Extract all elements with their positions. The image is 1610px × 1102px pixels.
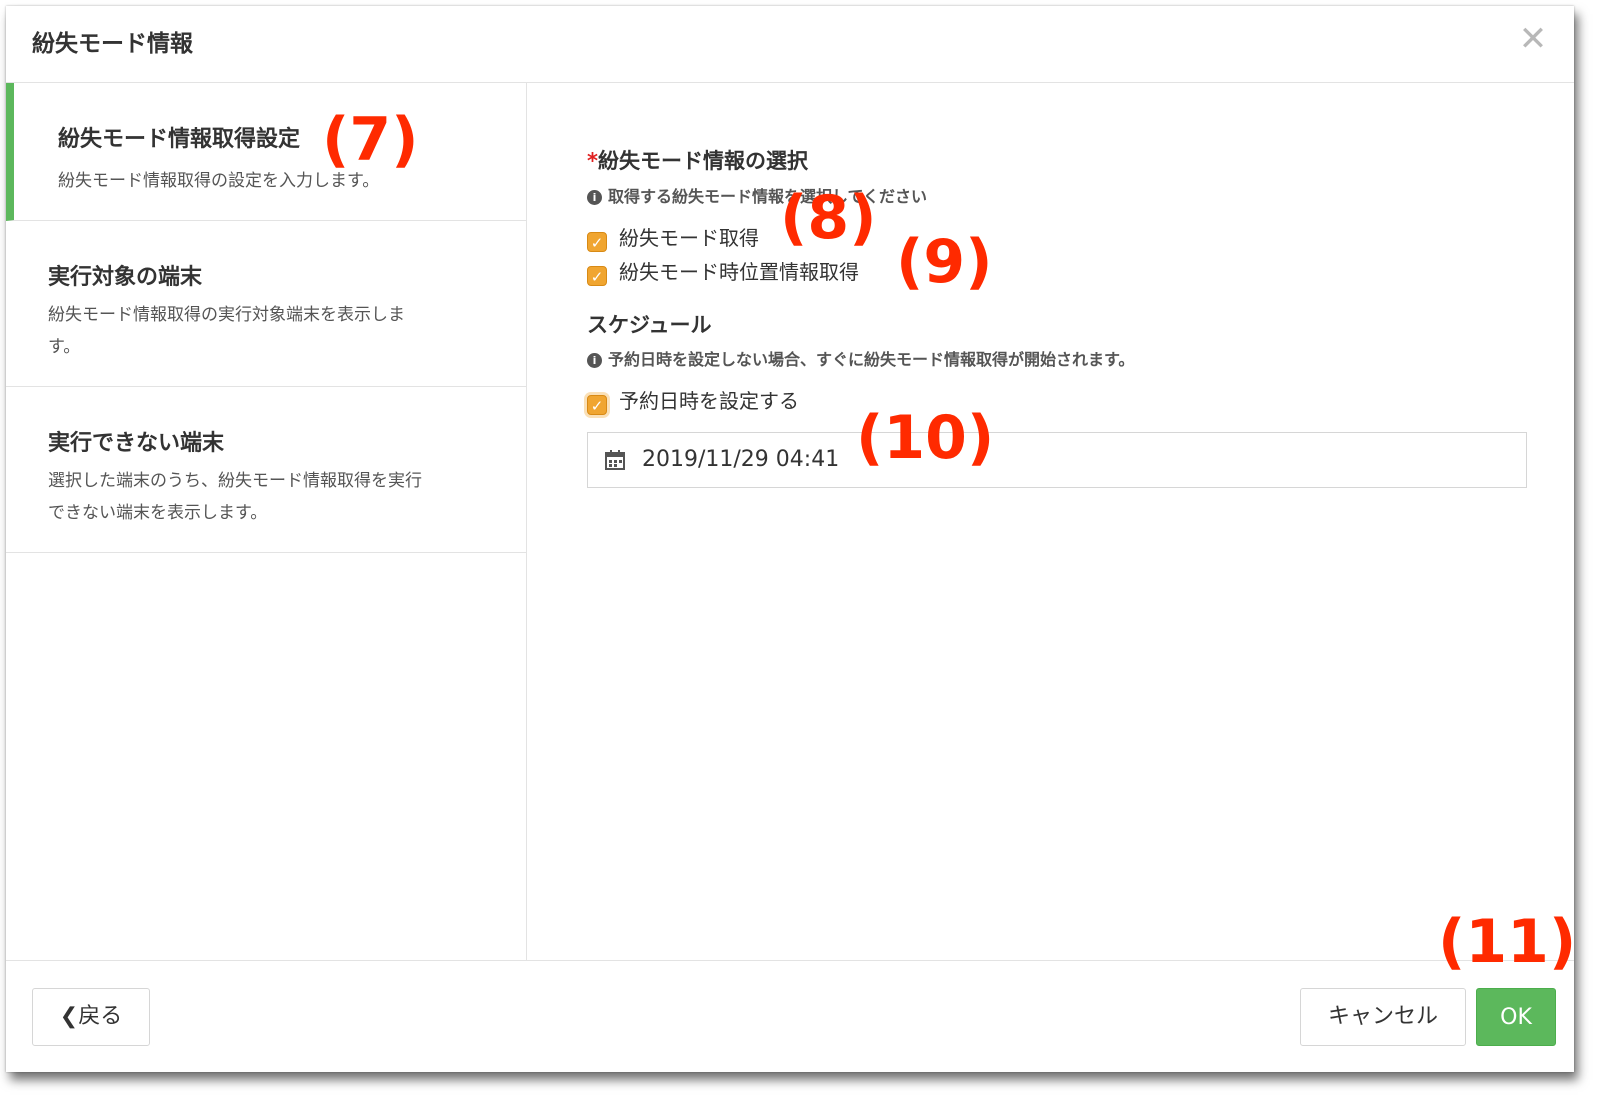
checkbox-checked-icon[interactable]: ✓ bbox=[587, 266, 607, 286]
calendar-icon bbox=[605, 450, 625, 470]
ok-button[interactable]: OK bbox=[1476, 988, 1556, 1046]
option-label: 紛失モード取得 bbox=[619, 226, 759, 250]
info-icon: i bbox=[587, 353, 602, 368]
cancel-button[interactable]: キャンセル bbox=[1300, 988, 1466, 1046]
annotation-10: (10) bbox=[856, 403, 995, 473]
set-datetime-option[interactable]: ✓ 予約日時を設定する bbox=[587, 385, 799, 415]
info-icon: i bbox=[587, 190, 602, 205]
wizard-sidebar: 紛失モード情報取得設定 紛失モード情報取得の設定を入力します。 実行対象の端末 … bbox=[6, 83, 527, 960]
step-lost-mode-settings[interactable]: 紛失モード情報取得設定 紛失モード情報取得の設定を入力します。 bbox=[6, 83, 526, 221]
datetime-input[interactable]: 2019/11/29 04:41 bbox=[587, 432, 1527, 488]
chevron-left-icon: ❮ bbox=[59, 1004, 79, 1029]
annotation-9: (9) bbox=[896, 227, 993, 297]
close-icon[interactable]: ✕ bbox=[1518, 22, 1548, 56]
step-desc: できない端末を表示します。 bbox=[48, 503, 268, 523]
step-title: 実行対象の端末 bbox=[48, 265, 203, 290]
step-desc: す。 bbox=[48, 337, 81, 357]
dialog-title: 紛失モード情報 bbox=[32, 31, 193, 57]
back-button[interactable]: ❮戻る bbox=[32, 988, 150, 1046]
option-label: 紛失モード時位置情報取得 bbox=[619, 260, 859, 284]
dialog-header: 紛失モード情報 ✕ bbox=[6, 6, 1574, 83]
main-panel: *紛失モード情報の選択 i 取得する紛失モード情報を選択してください ✓ 紛失モード… bbox=[527, 83, 1574, 960]
schedule-help: i 予約日時を設定しない場合、すぐに紛失モード情報取得が開始されます。 bbox=[587, 346, 1134, 370]
checkbox-checked-icon[interactable]: ✓ bbox=[587, 232, 607, 252]
annotation-8: (8) bbox=[780, 183, 877, 253]
step-desc: 選択した端末のうち、紛失モード情報取得を実行 bbox=[48, 471, 422, 491]
step-title: 紛失モード情報取得設定 bbox=[58, 127, 301, 152]
datetime-value: 2019/11/29 04:41 bbox=[642, 447, 840, 472]
schedule-label: スケジュール bbox=[587, 313, 712, 337]
step-unavailable-devices[interactable]: 実行できない端末 選択した端末のうち、紛失モード情報取得を実行 できない端末を表… bbox=[6, 387, 526, 553]
option-lost-mode-location[interactable]: ✓ 紛失モード時位置情報取得 bbox=[587, 256, 859, 286]
annotation-7: (7) bbox=[322, 105, 419, 175]
selection-label: *紛失モード情報の選択 bbox=[587, 149, 808, 173]
step-desc: 紛失モード情報取得の実行対象端末を表示しま bbox=[48, 305, 405, 325]
option-lost-mode[interactable]: ✓ 紛失モード取得 bbox=[587, 222, 759, 252]
checkbox-checked-icon[interactable]: ✓ bbox=[587, 395, 607, 415]
lost-mode-dialog: 紛失モード情報 ✕ 紛失モード情報取得設定 紛失モード情報取得の設定を入力します… bbox=[6, 6, 1574, 1072]
option-label: 予約日時を設定する bbox=[619, 389, 799, 413]
step-title: 実行できない端末 bbox=[48, 431, 225, 456]
required-mark: * bbox=[587, 149, 598, 173]
step-target-devices[interactable]: 実行対象の端末 紛失モード情報取得の実行対象端末を表示しま す。 bbox=[6, 221, 526, 387]
dialog-footer: ❮戻る キャンセル OK bbox=[6, 960, 1574, 1073]
annotation-11: (11) bbox=[1438, 907, 1577, 977]
